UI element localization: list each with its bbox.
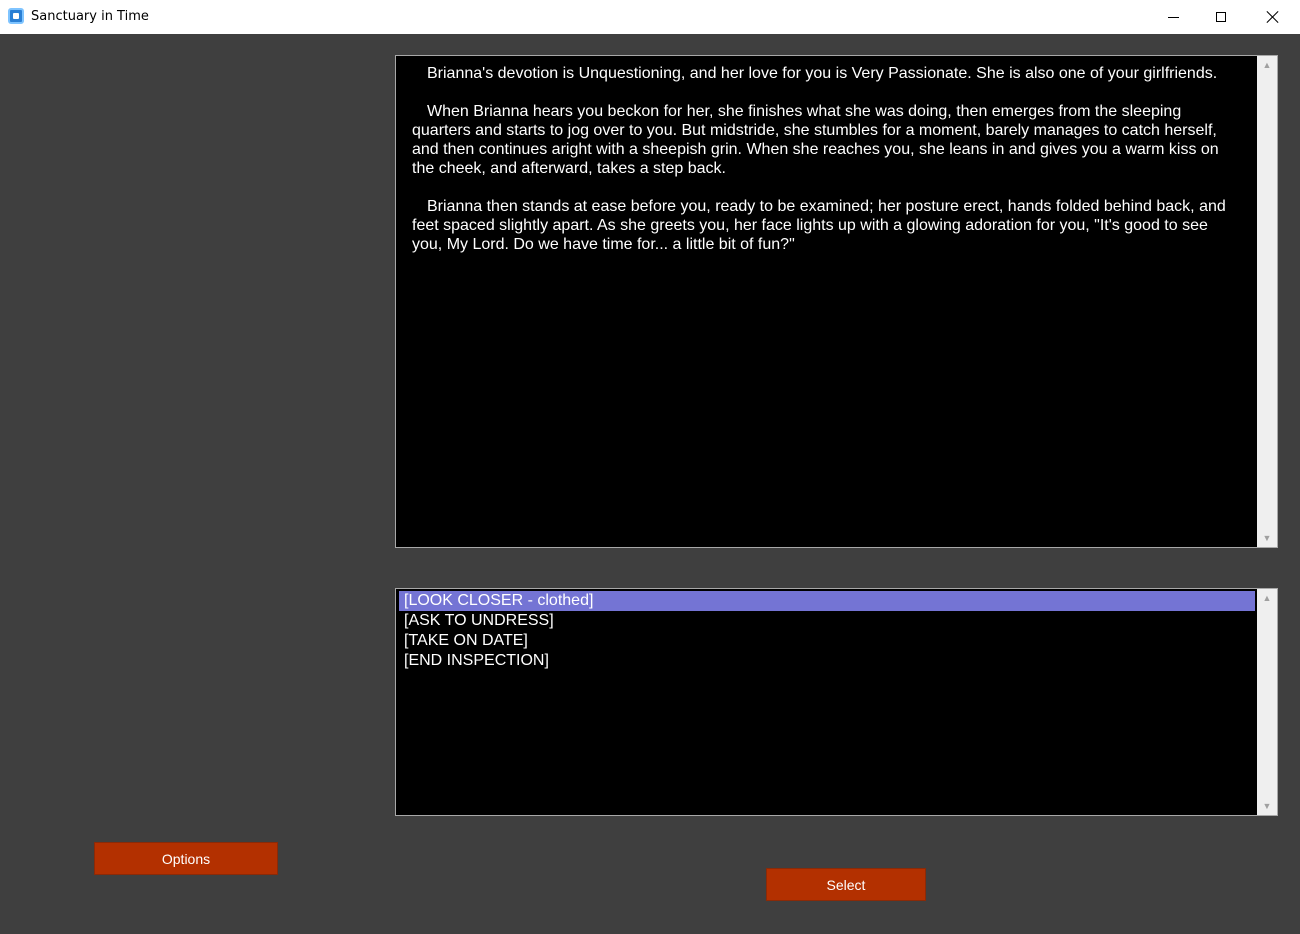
choice-item-take-on-date[interactable]: [TAKE ON DATE] <box>399 631 1255 651</box>
narration-paragraph: Brianna then stands at ease before you, … <box>412 198 1226 253</box>
close-icon <box>1267 11 1279 23</box>
maximize-button[interactable] <box>1198 0 1244 34</box>
narration-scrollbar[interactable]: ▲ ▼ <box>1257 56 1277 547</box>
options-button[interactable]: Options <box>94 842 278 875</box>
title-bar: Sanctuary in Time <box>0 0 1300 34</box>
narration-paragraph: Brianna's devotion is Unquestioning, and… <box>427 65 1218 82</box>
choice-item-ask-to-undress[interactable]: [ASK TO UNDRESS] <box>399 611 1255 631</box>
choices-listbox[interactable]: [LOOK CLOSER - clothed] [ASK TO UNDRESS]… <box>395 588 1278 816</box>
window-title: Sanctuary in Time <box>31 9 149 24</box>
narration-textbox[interactable]: Brianna's devotion is Unquestioning, and… <box>395 55 1278 548</box>
scroll-down-arrow-icon[interactable]: ▼ <box>1262 801 1272 811</box>
choice-item-end-inspection[interactable]: [END INSPECTION] <box>399 651 1255 671</box>
choice-item-look-closer[interactable]: [LOOK CLOSER - clothed] <box>399 591 1255 611</box>
app-icon <box>8 8 24 24</box>
scroll-up-arrow-icon[interactable]: ▲ <box>1262 593 1272 603</box>
select-button[interactable]: Select <box>766 868 926 901</box>
close-button[interactable] <box>1250 0 1296 34</box>
minimize-icon <box>1167 16 1179 18</box>
scroll-up-arrow-icon[interactable]: ▲ <box>1262 60 1272 70</box>
narration-text: Brianna's devotion is Unquestioning, and… <box>412 64 1242 273</box>
scroll-down-arrow-icon[interactable]: ▼ <box>1262 533 1272 543</box>
narration-paragraph: When Brianna hears you beckon for her, s… <box>412 103 1219 177</box>
choices-scrollbar[interactable]: ▲ ▼ <box>1257 589 1277 815</box>
minimize-button[interactable] <box>1150 0 1196 34</box>
maximize-icon <box>1216 12 1226 22</box>
